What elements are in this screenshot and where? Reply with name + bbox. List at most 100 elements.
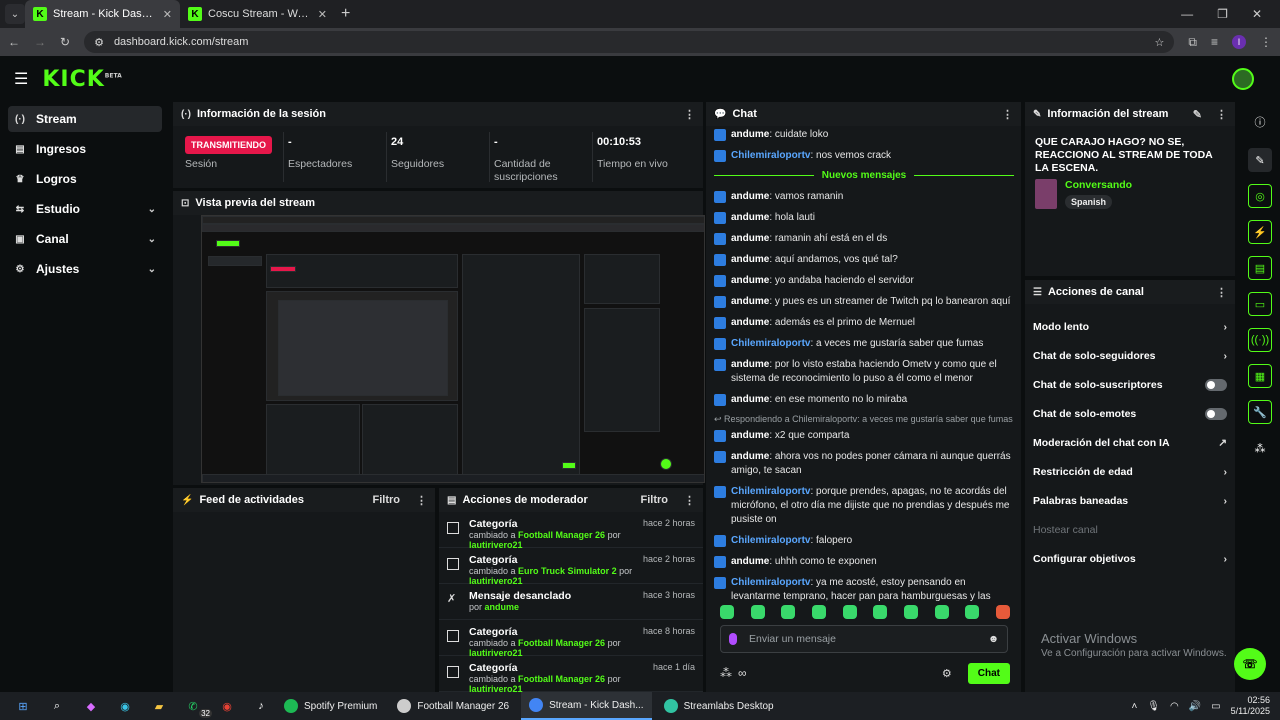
- mod-action-user[interactable]: andume: [485, 602, 520, 612]
- extensions-icon[interactable]: ⧉: [1188, 35, 1197, 50]
- action-slow-mode[interactable]: Modo lento ›: [1025, 312, 1235, 341]
- minimize-icon[interactable]: —: [1181, 7, 1193, 21]
- kick-logo[interactable]: KICKBETA: [42, 67, 121, 92]
- chat-username[interactable]: andume: [731, 451, 769, 462]
- bookmark-star-icon[interactable]: ☆: [1155, 36, 1165, 49]
- help-chat-icon[interactable]: ☏: [1234, 648, 1266, 680]
- hamburger-menu-icon[interactable]: ☰: [14, 69, 28, 89]
- whatsapp-icon[interactable]: ✆ 32: [182, 697, 212, 718]
- chat-username[interactable]: andume: [731, 254, 769, 265]
- chat-username[interactable]: andume: [731, 317, 769, 328]
- action-followers-only[interactable]: Chat de solo-seguidores ›: [1025, 341, 1235, 370]
- filter-button[interactable]: Filtro: [373, 494, 401, 506]
- more-menu-icon[interactable]: ⋮: [684, 108, 695, 121]
- wifi-icon[interactable]: ◠: [1170, 701, 1179, 712]
- mod-action-user[interactable]: lautirivero21: [469, 648, 523, 658]
- stream-preview-video[interactable]: [201, 215, 705, 483]
- action-configure-goals[interactable]: Configurar objetivos ›: [1025, 544, 1235, 573]
- chat-username[interactable]: andume: [731, 129, 769, 140]
- chat-username[interactable]: andume: [731, 430, 769, 441]
- chat-username[interactable]: Chilemiraloportv: [731, 338, 810, 349]
- browser-menu-icon[interactable]: ⋮: [1260, 35, 1272, 49]
- chat-messages[interactable]: andume: cuidate loko Chilemiraloportv: n…: [714, 128, 1014, 602]
- chat-username[interactable]: Chilemiraloportv: [731, 577, 810, 588]
- emoji-icon[interactable]: ☻: [988, 633, 999, 645]
- chat-bubble-icon[interactable]: ▭: [1248, 292, 1272, 316]
- taskbar-app-football-manager[interactable]: Football Manager 26: [389, 692, 517, 720]
- send-chat-button[interactable]: Chat: [967, 662, 1010, 684]
- sidebar-item-logros[interactable]: ♛ Logros: [8, 166, 162, 192]
- emote-icon[interactable]: [720, 605, 734, 619]
- mod-action-user[interactable]: lautirivero21: [469, 684, 523, 692]
- profile-avatar[interactable]: I: [1232, 35, 1246, 49]
- more-menu-icon[interactable]: ⋮: [684, 494, 695, 507]
- emote-icon[interactable]: [750, 605, 765, 619]
- new-tab-icon[interactable]: +: [341, 5, 350, 23]
- back-icon[interactable]: ←: [8, 35, 20, 49]
- broadcast-icon[interactable]: ((·)): [1248, 328, 1272, 352]
- chat-username[interactable]: Chilemiraloportv: [731, 150, 810, 161]
- stream-category[interactable]: Conversando: [1065, 179, 1132, 191]
- tab-coscu-stream[interactable]: K Coscu Stream - Watch Live ✕: [180, 0, 335, 28]
- chat-username[interactable]: andume: [731, 359, 769, 370]
- microphone-icon[interactable]: 🎙: [1147, 701, 1160, 712]
- tab-search-icon[interactable]: ⌄: [5, 4, 25, 24]
- forward-icon[interactable]: →: [34, 35, 46, 49]
- sidebar-item-canal[interactable]: ▣ Canal ⌄: [8, 226, 162, 252]
- media-icon[interactable]: ≡: [1211, 35, 1218, 49]
- filter-button[interactable]: Filtro: [641, 494, 669, 506]
- copilot-icon[interactable]: ◆: [80, 697, 102, 715]
- maximize-icon[interactable]: ❐: [1217, 7, 1228, 21]
- taskbar-app-streamlabs[interactable]: Streamlabs Desktop: [656, 692, 782, 720]
- chat-username[interactable]: andume: [731, 212, 769, 223]
- address-bar[interactable]: ⚙ dashboard.kick.com/stream ☆: [84, 31, 1175, 53]
- chat-message-input[interactable]: Enviar un mensaje ☻: [720, 625, 1008, 653]
- chat-username[interactable]: andume: [731, 296, 769, 307]
- emote-icon[interactable]: [781, 605, 796, 619]
- chat-username[interactable]: andume: [731, 191, 769, 202]
- chat-username[interactable]: andume: [731, 275, 769, 286]
- points-icon[interactable]: ⁂: [1248, 436, 1272, 460]
- edit-pencil-icon[interactable]: ✎: [1248, 148, 1272, 172]
- windows-start-icon[interactable]: ⊞: [12, 697, 34, 715]
- mod-action-target[interactable]: Football Manager 26: [518, 674, 605, 684]
- tab-kick-dashboard[interactable]: K Stream - Kick Dashboard ✕: [25, 0, 180, 28]
- taskbar-app-chrome-kick[interactable]: Stream - Kick Dash...: [521, 692, 652, 720]
- file-explorer-icon[interactable]: ▰: [148, 697, 170, 715]
- action-banned-words[interactable]: Palabras baneadas ›: [1025, 486, 1235, 515]
- emote-icon[interactable]: [811, 605, 826, 619]
- mod-action-target[interactable]: Football Manager 26: [518, 638, 605, 648]
- chat-username[interactable]: Chilemiraloportv: [731, 486, 810, 497]
- sidebar-item-ingresos[interactable]: ▤ Ingresos: [8, 136, 162, 162]
- emote-icon[interactable]: [903, 605, 918, 619]
- more-menu-icon[interactable]: ⋮: [1216, 286, 1227, 299]
- tiktok-icon[interactable]: ♪: [250, 697, 272, 715]
- close-tab-icon[interactable]: ✕: [163, 8, 172, 21]
- more-menu-icon[interactable]: ⋮: [416, 494, 427, 507]
- chat-username[interactable]: andume: [731, 394, 769, 405]
- mod-action-target[interactable]: Euro Truck Simulator 2: [518, 566, 617, 576]
- sidebar-item-stream[interactable]: (·) Stream: [8, 106, 162, 132]
- emotes-only-toggle[interactable]: [1205, 407, 1227, 420]
- sidebar-item-ajustes[interactable]: ⚙ Ajustes ⌄: [8, 256, 162, 282]
- close-window-icon[interactable]: ✕: [1252, 7, 1262, 21]
- emote-icon[interactable]: [873, 605, 888, 619]
- chat-username[interactable]: andume: [731, 556, 769, 567]
- mod-action-target[interactable]: Football Manager 26: [518, 530, 605, 540]
- lightning-icon[interactable]: ⚡: [1248, 220, 1272, 244]
- action-ai-moderation[interactable]: Moderación del chat con IA ↗: [1025, 428, 1235, 457]
- emote-icon[interactable]: [965, 605, 980, 619]
- taskbar-app-spotify[interactable]: Spotify Premium: [276, 692, 385, 720]
- edge-icon[interactable]: ◉: [114, 697, 136, 715]
- battery-icon[interactable]: ▭: [1211, 701, 1220, 712]
- emote-icon[interactable]: [995, 605, 1010, 619]
- user-avatar[interactable]: [1232, 68, 1254, 90]
- tray-overflow-icon[interactable]: ˄: [1131, 701, 1137, 712]
- search-icon[interactable]: ⌕: [46, 697, 68, 715]
- chat-username[interactable]: Chilemiraloportv: [731, 535, 810, 546]
- infinity-icon[interactable]: ∞: [738, 666, 747, 680]
- reload-icon[interactable]: ↻: [60, 35, 70, 49]
- system-clock[interactable]: 02:56 5/11/2025: [1231, 695, 1270, 717]
- reply-reference[interactable]: ↩ Respondiendo a Chilemiraloportv: a vec…: [714, 414, 1014, 425]
- volume-icon[interactable]: 🔊: [1189, 701, 1201, 712]
